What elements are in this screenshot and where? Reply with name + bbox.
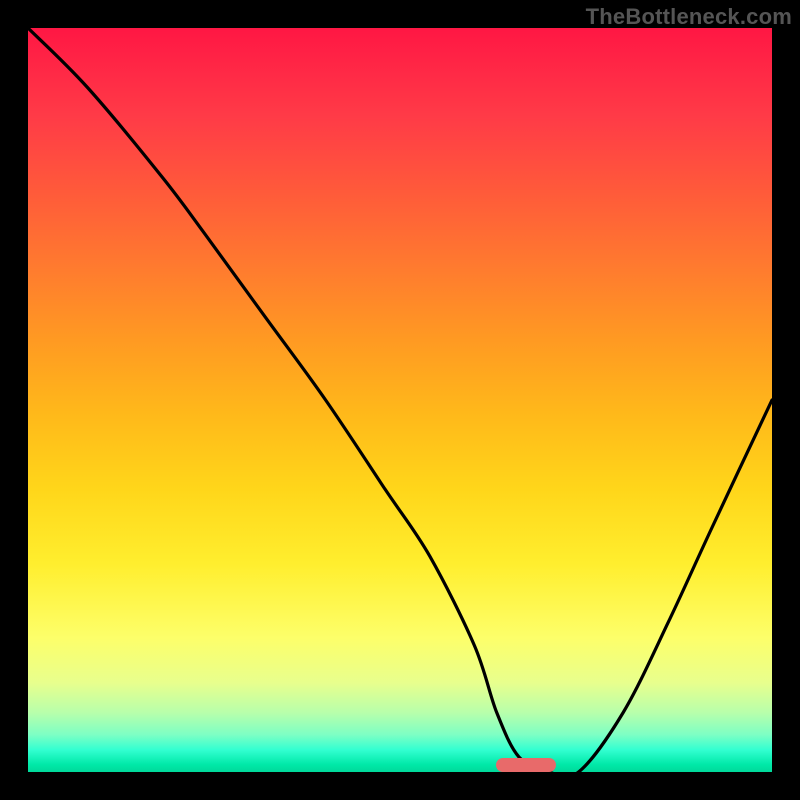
optimal-marker: [496, 758, 556, 772]
watermark-label: TheBottleneck.com: [586, 4, 792, 30]
bottleneck-curve: [28, 28, 772, 772]
chart-frame: [28, 28, 772, 772]
